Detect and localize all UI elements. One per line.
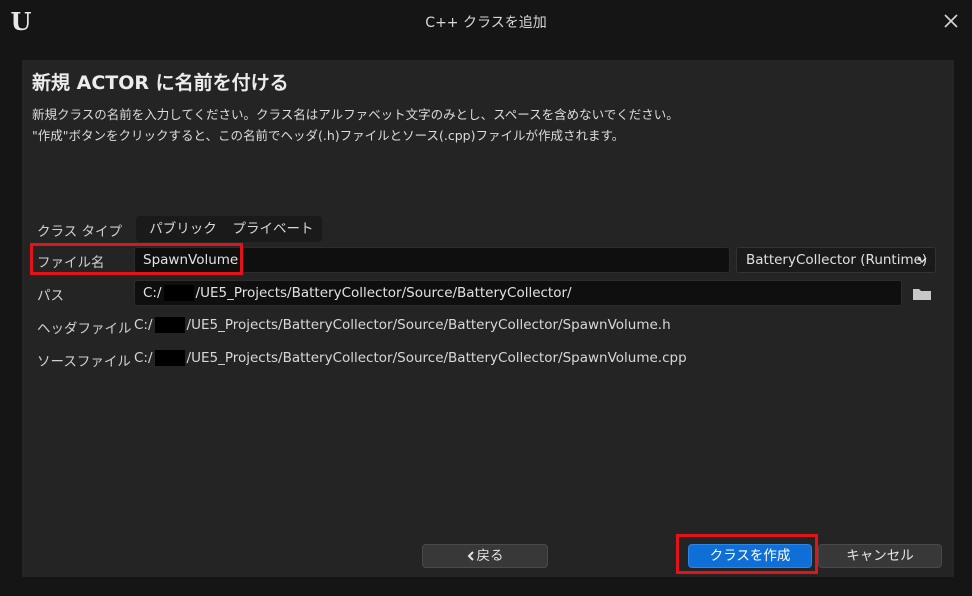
source-file-label: ソースファイル [37, 354, 131, 370]
module-dropdown-value: BatteryCollector (Runtime) [746, 252, 928, 268]
description-line-2: "作成"ボタンをクリックすると、この名前でヘッダ(.h)ファイルとソース(.cp… [32, 128, 625, 143]
back-button-label: 戻る [476, 548, 504, 564]
cancel-button[interactable]: キャンセル [818, 544, 942, 568]
class-type-label: クラス タイプ [37, 224, 123, 240]
class-type-selector: パブリック プライベート [136, 216, 322, 242]
module-dropdown[interactable]: BatteryCollector (Runtime) [736, 247, 936, 273]
path-prefix: C:/ [143, 285, 162, 301]
path-input[interactable]: C:/ /UE5_Projects/BatteryCollector/Source… [134, 280, 902, 306]
browse-folder-button[interactable] [912, 286, 932, 302]
redacted-block [154, 350, 185, 366]
class-type-public[interactable]: パブリック [140, 216, 226, 242]
description-line-1: 新規クラスの名前を入力してください。クラス名はアルファベット文字のみとし、スペー… [32, 107, 679, 122]
source-file-prefix: C:/ [134, 350, 153, 366]
back-button[interactable]: 戻る [422, 544, 548, 568]
source-file-path: C:/ /UE5_Projects/BatteryCollector/Source… [134, 350, 687, 366]
close-icon [944, 14, 958, 28]
source-file-suffix: /UE5_Projects/BatteryCollector/Source/Ba… [186, 350, 687, 366]
create-button-highlight [676, 534, 818, 574]
redacted-block [154, 317, 185, 333]
file-name-highlight [30, 243, 243, 275]
header-file-prefix: C:/ [134, 317, 153, 333]
chevron-down-icon [917, 257, 927, 264]
header-file-suffix: /UE5_Projects/BatteryCollector/Source/Ba… [186, 317, 671, 333]
title-bar: U C++ クラスを追加 [0, 0, 972, 44]
dialog-content: 新規 ACTOR に名前を付ける 新規クラスの名前を入力してください。クラス名は… [22, 60, 954, 577]
window-title: C++ クラスを追加 [425, 15, 547, 31]
redacted-block [163, 285, 194, 301]
cancel-button-label: キャンセル [846, 548, 914, 564]
path-suffix: /UE5_Projects/BatteryCollector/Source/Ba… [195, 285, 572, 301]
page-title: 新規 ACTOR に名前を付ける [32, 72, 289, 94]
add-cpp-class-dialog: U C++ クラスを追加 新規 ACTOR に名前を付ける 新規クラスの名前を入… [0, 0, 972, 596]
close-button[interactable] [940, 10, 962, 32]
folder-icon [913, 289, 931, 300]
chevron-left-icon [467, 551, 474, 561]
header-file-path: C:/ /UE5_Projects/BatteryCollector/Source… [134, 317, 671, 333]
path-label: パス [37, 288, 64, 304]
header-file-label: ヘッダファイル [37, 321, 132, 337]
class-type-private[interactable]: プライベート [228, 216, 318, 242]
